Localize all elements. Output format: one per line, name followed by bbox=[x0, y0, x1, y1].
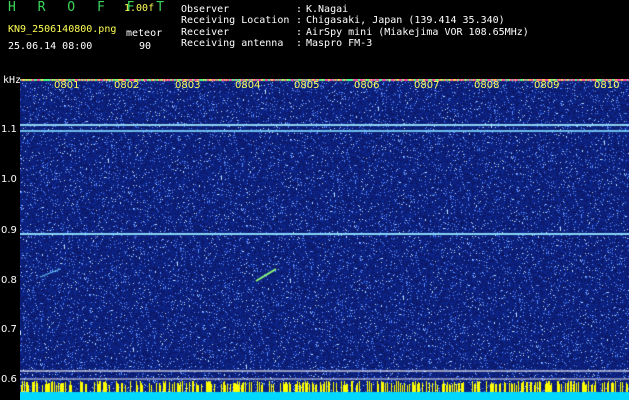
hrofft-window: H R O F F T 1.00f KN9_2506140800.png met… bbox=[0, 0, 629, 400]
y-tick-label: 0.6 bbox=[1, 374, 17, 385]
antenna-value: Maspro FM-3 bbox=[306, 38, 373, 49]
datetime-label: 25.06.14 08:00 bbox=[8, 41, 93, 52]
antenna-label: Receiving antenna bbox=[181, 38, 284, 49]
spectrogram bbox=[20, 79, 629, 400]
time-tick-label: 0807 bbox=[414, 80, 440, 91]
y-tick-label: 0.8 bbox=[1, 275, 17, 286]
file-name: KN9_2506140800.png bbox=[8, 24, 117, 35]
time-tick-label: 0806 bbox=[354, 80, 380, 91]
time-tick-label: 0801 bbox=[54, 80, 80, 91]
time-tick-label: 0810 bbox=[594, 80, 620, 91]
separator: : bbox=[296, 38, 303, 49]
time-tick-label: 0802 bbox=[114, 80, 140, 91]
mode-label: meteor bbox=[126, 28, 163, 39]
y-tick-label: 1.0 bbox=[1, 174, 17, 185]
version-label: 1.00f bbox=[124, 3, 155, 14]
mode-value: 90 bbox=[139, 41, 152, 52]
time-tick-label: 0805 bbox=[294, 80, 320, 91]
location-value: Chigasaki, Japan (139.414 35.340) bbox=[306, 15, 505, 26]
y-tick-label: 0.7 bbox=[1, 324, 17, 335]
y-tick-label: 0.9 bbox=[1, 225, 17, 236]
time-tick-label: 0804 bbox=[235, 80, 261, 91]
location-label: Receiving Location bbox=[181, 15, 290, 26]
y-tick-label: 1.1 bbox=[1, 124, 17, 135]
time-tick-label: 0803 bbox=[175, 80, 201, 91]
frequency-unit: kHz bbox=[3, 75, 22, 86]
time-tick-label: 0809 bbox=[534, 80, 560, 91]
separator: : bbox=[296, 15, 303, 26]
time-tick-label: 0808 bbox=[474, 80, 500, 91]
